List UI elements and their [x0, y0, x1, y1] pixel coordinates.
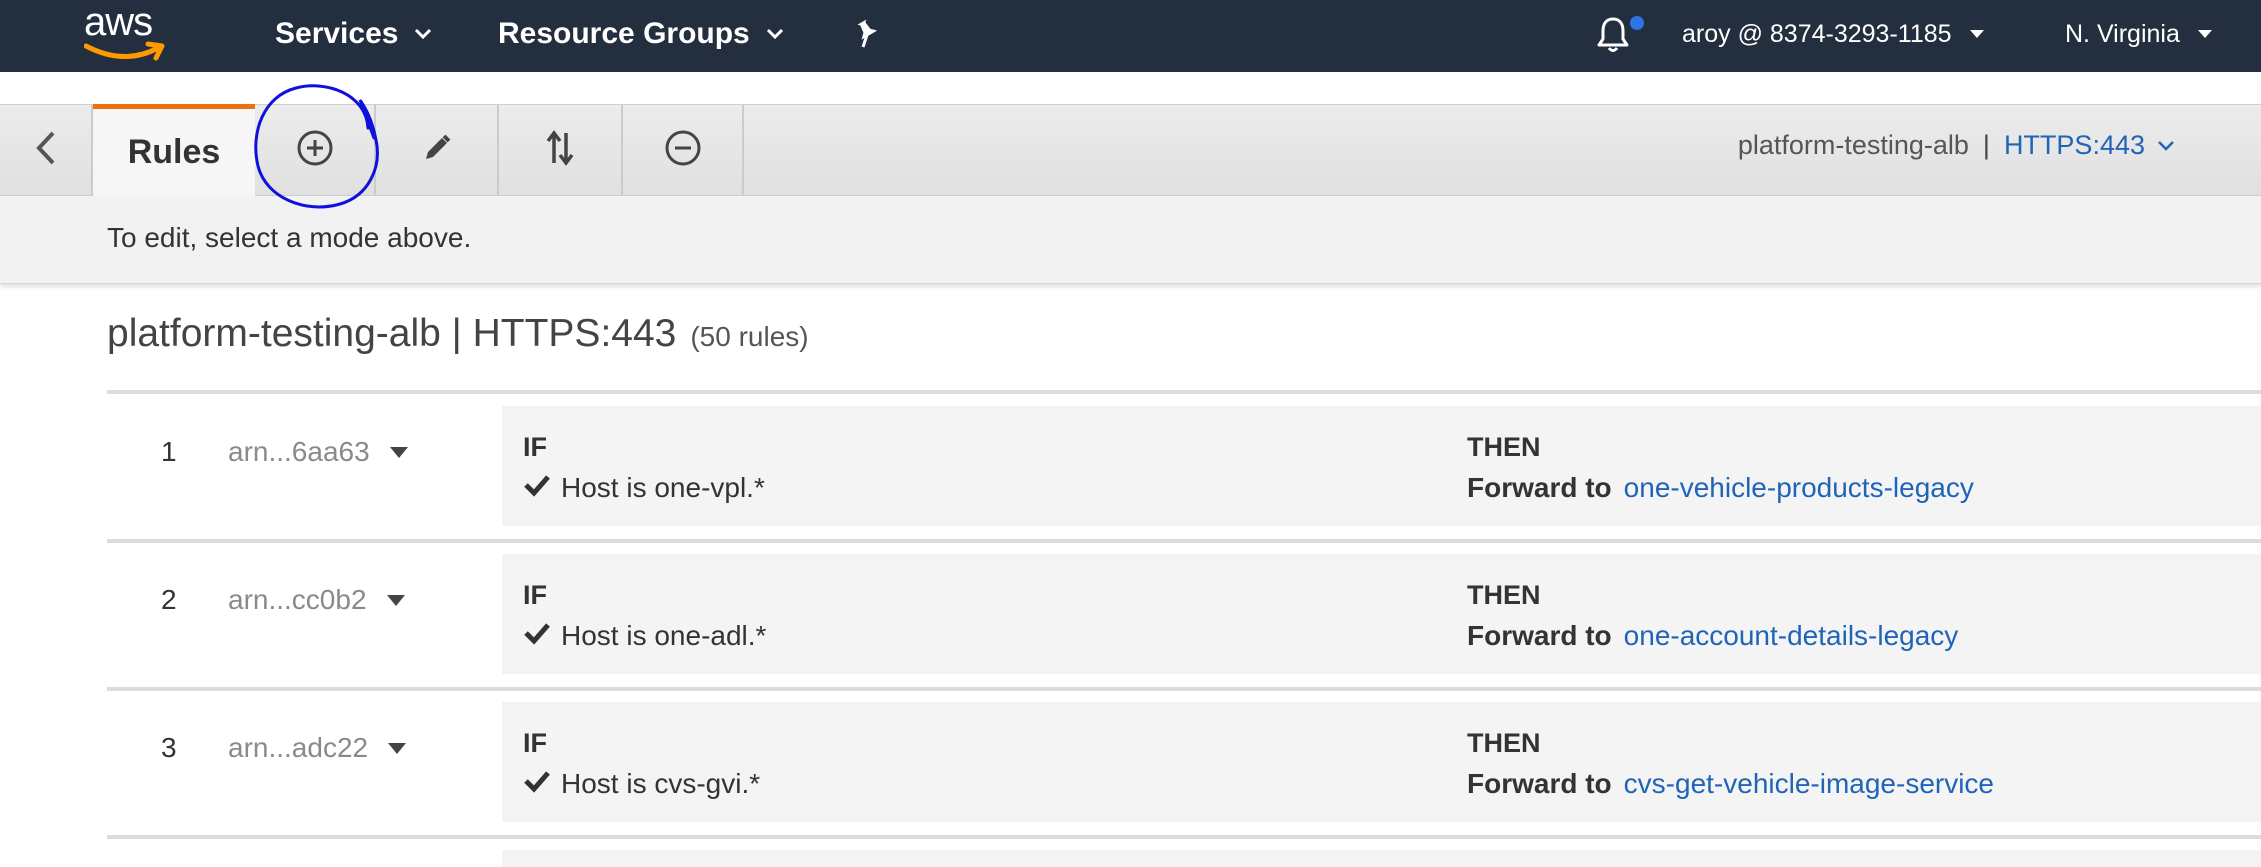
delete-rules-mode-button[interactable] [623, 105, 744, 195]
pencil-icon [421, 132, 453, 169]
rule-number: 1 [161, 436, 177, 467]
listener-selector[interactable]: platform-testing-alb | HTTPS:443 [1738, 130, 2175, 161]
condition-text: Host is cvs-gvi.* [561, 768, 761, 799]
rule-arn: arn...adc22 [228, 732, 369, 763]
action-line: Forward to cvs-get-vehicle-image-service [1467, 768, 1994, 800]
rule-conditions: IF Host is one-adl.* [502, 554, 1542, 674]
then-label: THEN [1467, 580, 1541, 610]
sort-arrows-icon [544, 129, 576, 172]
forward-label: Forward to [1467, 768, 1612, 799]
minus-circle-icon [664, 129, 702, 172]
action-line: Forward to one-vehicle-products-legacy [1467, 472, 1974, 504]
services-label: Services [275, 17, 399, 50]
account-menu[interactable]: aroy @ 8374-3293-1185 [1682, 14, 1984, 54]
rule-count: (50 rules) [690, 321, 809, 352]
chevron-down-icon [766, 28, 784, 40]
then-label: THEN [1467, 728, 1541, 758]
chevron-down-icon [414, 28, 432, 40]
target-group-link[interactable]: one-account-details-legacy [1624, 620, 1959, 652]
page-title: platform-testing-alb | HTTPS:443 (50 rule… [107, 312, 809, 356]
region-label: N. Virginia [2065, 19, 2180, 48]
divider [107, 687, 2261, 691]
rule-arn-dropdown[interactable]: arn...adc22 [228, 732, 407, 764]
forward-label: Forward to [1467, 472, 1612, 503]
rule-number: 2 [161, 584, 177, 615]
resource-groups-label: Resource Groups [498, 17, 750, 50]
rule-actions: THEN Forward to one-account-details-lega… [1446, 554, 2261, 674]
checkmark-icon [523, 472, 561, 504]
resource-groups-menu[interactable]: Resource Groups [498, 14, 784, 54]
rule-conditions: IF Host is cvs-gvi.* [502, 702, 1542, 822]
back-button[interactable] [0, 105, 93, 195]
notification-dot [1630, 16, 1644, 30]
if-label: IF [523, 580, 547, 610]
rule-arn-dropdown[interactable]: arn...6aa63 [228, 436, 408, 468]
rule-conditions: IF Host is one-vpl.* [502, 406, 1542, 526]
plus-circle-icon [296, 129, 334, 172]
divider [107, 835, 2261, 839]
tab-rules[interactable]: Rules [93, 104, 255, 196]
caret-down-icon [389, 446, 408, 458]
edit-rules-mode-button[interactable] [376, 105, 499, 195]
caret-down-icon [1969, 30, 1984, 38]
rule-row: 1 arn...6aa63 IF Host is one-vpl.* THEN … [107, 406, 2261, 532]
checkmark-icon [523, 620, 561, 652]
reorder-rules-mode-button[interactable] [499, 105, 623, 195]
tab-rules-label: Rules [127, 133, 221, 171]
services-menu[interactable]: Services [275, 14, 432, 54]
aws-logo-text: aws [84, 0, 153, 44]
if-label: IF [523, 728, 547, 758]
forward-label: Forward to [1467, 620, 1612, 651]
target-group-link[interactable]: one-vehicle-products-legacy [1624, 472, 1974, 504]
listener-protocol-link[interactable]: HTTPS:443 [2004, 130, 2145, 161]
rule-actions [1446, 850, 2261, 867]
mode-hint-text: To edit, select a mode above. [107, 222, 472, 253]
listener-separator: | [1982, 130, 1990, 160]
rule-arn-dropdown[interactable]: arn...cc0b2 [228, 584, 405, 616]
rule-row [107, 850, 2261, 867]
region-menu[interactable]: N. Virginia [2065, 14, 2212, 54]
listener-name: platform-testing-alb [1737, 130, 1969, 160]
rule-arn: arn...cc0b2 [228, 584, 367, 615]
aws-logo[interactable]: aws [84, 0, 168, 62]
chevron-left-icon [35, 130, 57, 171]
action-line: Forward to one-account-details-legacy [1467, 620, 1958, 652]
rule-row: 3 arn...adc22 IF Host is cvs-gvi.* THEN … [107, 702, 2261, 828]
page-title-text: platform-testing-alb | HTTPS:443 [107, 312, 677, 355]
rule-arn: arn...6aa63 [228, 436, 370, 467]
chevron-down-icon [2157, 140, 2175, 152]
target-group-link[interactable]: cvs-get-vehicle-image-service [1624, 768, 1994, 800]
checkmark-icon [523, 768, 561, 800]
bell-icon[interactable] [1595, 14, 1631, 59]
condition-line: Host is one-vpl.* [523, 472, 765, 504]
rule-actions: THEN Forward to one-vehicle-products-leg… [1446, 406, 2261, 526]
add-rules-mode-button[interactable] [255, 105, 376, 195]
rule-row: 2 arn...cc0b2 IF Host is one-adl.* THEN … [107, 554, 2261, 680]
rule-actions: THEN Forward to cvs-get-vehicle-image-se… [1446, 702, 2261, 822]
aws-smile-icon [84, 41, 165, 61]
if-label: IF [523, 432, 547, 462]
condition-line: Host is one-adl.* [523, 620, 766, 652]
then-label: THEN [1467, 432, 1541, 462]
condition-text: Host is one-vpl.* [561, 472, 765, 503]
caret-down-icon [386, 594, 405, 606]
condition-text: Host is one-adl.* [561, 620, 767, 651]
rule-conditions [502, 850, 1542, 867]
divider [107, 390, 2261, 394]
divider [107, 539, 2261, 543]
pin-icon[interactable] [852, 18, 882, 55]
account-label: aroy @ 8374-3293-1185 [1682, 19, 1952, 48]
rule-number: 3 [161, 732, 177, 763]
caret-down-icon [388, 742, 407, 754]
condition-line: Host is cvs-gvi.* [523, 768, 760, 800]
top-nav: aws Services Resource Groups aroy @ 8374… [0, 0, 2261, 72]
caret-down-icon [2197, 30, 2212, 38]
